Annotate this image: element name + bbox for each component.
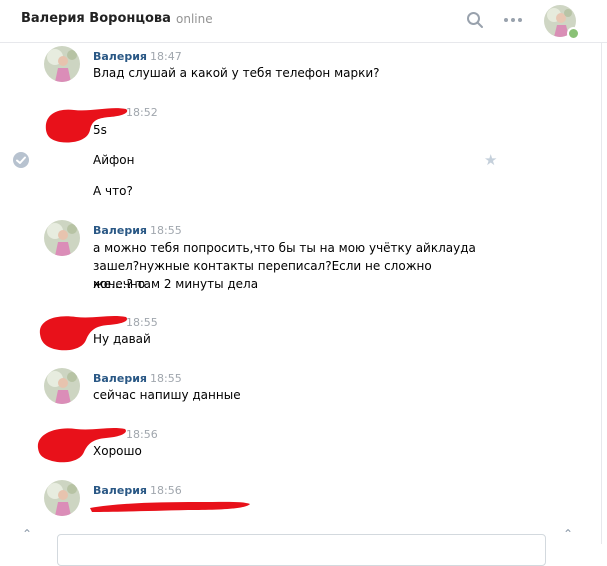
avatar[interactable] <box>44 480 80 516</box>
message-text: Ну давай <box>93 332 151 346</box>
chat-header: Валерия Воронцова online <box>0 0 607 43</box>
redaction-mark <box>90 501 250 512</box>
message-text: Хорошо <box>93 444 142 458</box>
message-text: сейчас напишу данные <box>93 388 241 402</box>
message-text: 5s <box>93 123 107 137</box>
star-icon[interactable]: ★ <box>484 151 497 169</box>
chat-title[interactable]: Валерия Воронцова <box>21 11 171 26</box>
message-text: же....? там 2 минуты дела <box>93 277 259 291</box>
message-time[interactable]: 18:55 <box>126 316 158 329</box>
more-icon[interactable] <box>503 12 523 28</box>
message-time[interactable]: 18:56 <box>150 484 182 497</box>
attach-icon[interactable]: ⌃ <box>22 527 32 541</box>
message-time[interactable]: 18:47 <box>150 50 182 63</box>
message-text: а можно тебя попросить,что бы ты на мою … <box>93 241 476 255</box>
avatar[interactable] <box>44 220 80 256</box>
sender-name[interactable]: Валерия <box>93 372 147 385</box>
panel-border <box>601 42 602 544</box>
sender-name[interactable]: Валерия <box>93 50 147 63</box>
message-input[interactable] <box>57 534 546 566</box>
message-text: Влад слушай а какой у тебя телефон марки… <box>93 66 380 80</box>
sender-name[interactable]: Валерия <box>93 224 147 237</box>
search-icon[interactable] <box>466 11 484 29</box>
message-time[interactable]: 18:56 <box>126 428 158 441</box>
online-status: online <box>176 12 213 26</box>
message-text: Айфон <box>93 153 135 167</box>
message-time[interactable]: 18:55 <box>150 372 182 385</box>
send-icon[interactable]: ⌃ <box>563 527 573 541</box>
avatar[interactable] <box>44 46 80 82</box>
avatar[interactable] <box>44 368 80 404</box>
online-indicator <box>567 27 580 40</box>
check-icon[interactable] <box>13 152 29 168</box>
sender-name[interactable]: Валерия <box>93 484 147 497</box>
message-time[interactable]: 18:52 <box>126 106 158 119</box>
message-text: А что? <box>93 184 133 198</box>
message-time[interactable]: 18:55 <box>150 224 182 237</box>
